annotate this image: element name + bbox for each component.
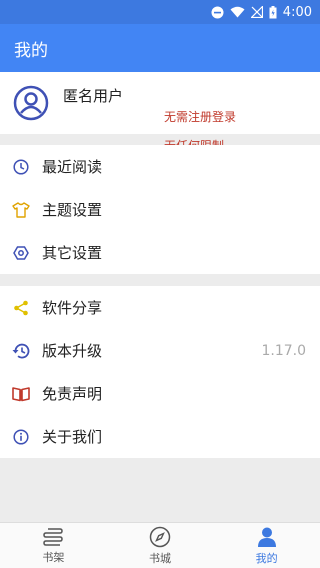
menu-item-theme-settings[interactable]: 主题设置 <box>0 188 320 231</box>
compass-icon <box>149 526 171 547</box>
info-icon <box>12 428 30 446</box>
settings-group-1: 最近阅读 主题设置 其它设置 <box>0 145 320 274</box>
menu-item-disclaimer[interactable]: 免责声明 <box>0 372 320 415</box>
nav-tab-bookstore[interactable]: 书城 <box>107 523 214 568</box>
menu-item-label: 其它设置 <box>42 244 103 262</box>
promo-note-line1: 无需注册登录 <box>164 110 237 124</box>
menu-item-share-app[interactable]: 软件分享 <box>0 286 320 329</box>
menu-item-about-us[interactable]: 关于我们 <box>0 415 320 458</box>
version-number: 1.17.0 <box>261 342 306 359</box>
nav-tab-label: 我的 <box>255 551 278 565</box>
menu-item-label: 关于我们 <box>42 428 103 446</box>
profile-name: 匿名用户 <box>63 86 124 105</box>
history-icon <box>12 342 30 360</box>
clock-icon <box>12 158 30 176</box>
menu-item-other-settings[interactable]: 其它设置 <box>0 231 320 274</box>
menu-item-label: 版本升级 <box>42 342 103 360</box>
profile-card[interactable]: 匿名用户 <box>0 72 320 134</box>
bottom-nav: 书架 书城 我的 <box>0 522 320 568</box>
dnd-icon <box>211 6 224 18</box>
signal-icon <box>250 6 263 18</box>
app-bar: 我的 <box>0 24 320 72</box>
share-icon <box>12 299 30 317</box>
nav-tab-label: 书城 <box>149 551 171 565</box>
nav-tab-mine[interactable]: 我的 <box>213 523 320 568</box>
menu-item-label: 软件分享 <box>42 299 103 317</box>
menu-item-version-upgrade[interactable]: 版本升级 1.17.0 <box>0 329 320 372</box>
battery-icon <box>269 5 277 18</box>
bookshelf-icon <box>43 527 64 546</box>
avatar-icon <box>13 85 49 121</box>
person-icon <box>257 527 276 547</box>
menu-item-label: 主题设置 <box>42 201 103 219</box>
settings-group-2: 软件分享 版本升级 1.17.0 免责声明 关于我们 <box>0 286 320 458</box>
wifi-icon <box>230 6 245 18</box>
status-time: 4:00 <box>282 4 312 20</box>
menu-item-label: 免责声明 <box>42 385 103 403</box>
menu-item-recent-reading[interactable]: 最近阅读 <box>0 145 320 188</box>
page-title: 我的 <box>14 40 48 61</box>
hex-settings-icon <box>12 244 30 262</box>
nav-tab-label: 书架 <box>42 550 65 564</box>
nav-tab-bookshelf[interactable]: 书架 <box>0 523 107 568</box>
menu-item-label: 最近阅读 <box>42 158 103 176</box>
book-icon <box>12 385 30 403</box>
status-bar: 4:00 <box>0 0 320 24</box>
shirt-icon <box>12 201 30 219</box>
